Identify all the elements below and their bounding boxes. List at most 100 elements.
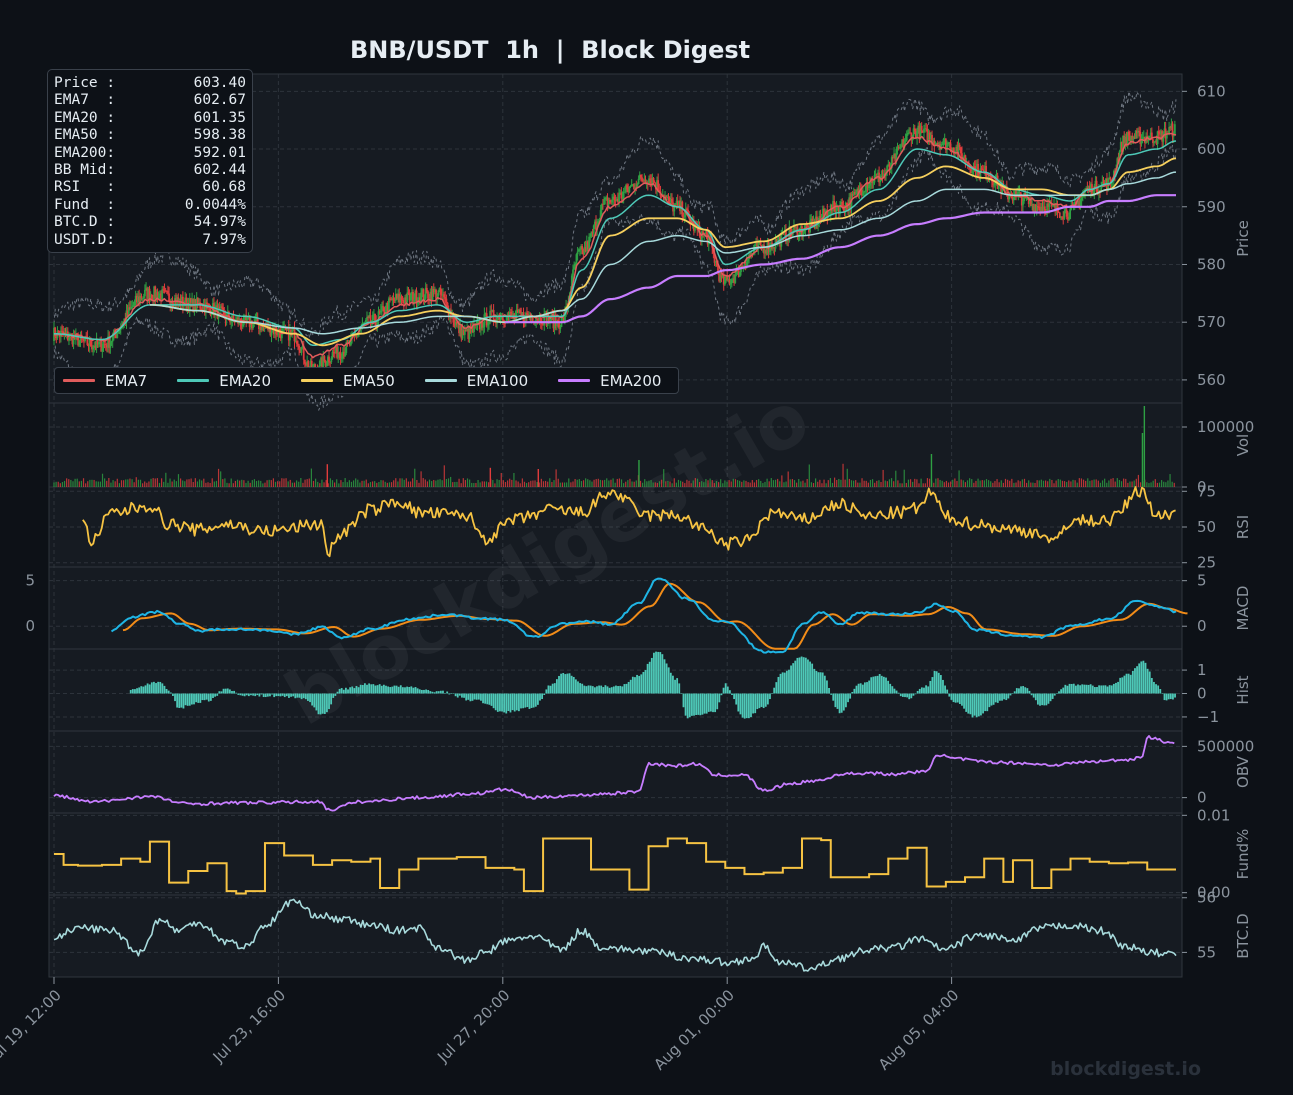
volume-bar xyxy=(530,480,532,487)
volume-bar xyxy=(57,481,59,487)
hist-bar xyxy=(330,693,333,705)
volume-bar xyxy=(935,478,937,487)
volume-bar xyxy=(587,479,589,487)
volume-bar xyxy=(300,478,302,487)
candle-body xyxy=(1048,203,1051,207)
hist-bar xyxy=(1169,693,1172,700)
volume-bar xyxy=(950,481,952,487)
hist-bar xyxy=(332,693,335,698)
volume-bar xyxy=(1063,481,1066,487)
hist-bar xyxy=(1136,666,1138,694)
hist-bar xyxy=(534,693,537,707)
info-label: USDT.D: xyxy=(54,231,116,248)
candle-body xyxy=(298,345,301,349)
candle-body xyxy=(331,352,334,359)
volume-bar xyxy=(97,481,99,487)
hist-bar xyxy=(777,676,780,694)
volume-bar xyxy=(268,479,270,487)
volume-bar xyxy=(534,480,536,487)
hist-bar xyxy=(165,688,168,694)
volume-bar xyxy=(977,478,979,487)
legend-label: EMA100 xyxy=(466,371,529,390)
legend-label: EMA200 xyxy=(600,371,662,390)
volume-bar xyxy=(361,480,363,487)
hist-bar xyxy=(214,693,217,697)
candle-body xyxy=(683,215,686,217)
volume-bar xyxy=(623,483,625,487)
volume-bar xyxy=(388,482,391,487)
y-axis-label: RSI xyxy=(1234,515,1252,539)
volume-bar xyxy=(129,478,131,487)
volume-bar xyxy=(211,478,213,487)
volume-bar xyxy=(774,479,777,487)
hist-bar xyxy=(361,685,364,694)
volume-bar xyxy=(403,479,405,487)
volume-bar xyxy=(1049,478,1051,487)
volume-bar xyxy=(407,481,410,487)
hist-bar xyxy=(494,693,497,711)
hist-bar xyxy=(1098,685,1100,694)
candle-body xyxy=(872,182,875,184)
hist-bar xyxy=(655,651,657,694)
hist-bar xyxy=(731,693,733,696)
hist-bar xyxy=(716,693,719,710)
candle-body xyxy=(371,314,374,323)
hist-bar xyxy=(406,686,408,694)
volume-bar xyxy=(224,478,226,487)
volume-spike xyxy=(638,460,640,487)
volume-bar xyxy=(798,479,800,487)
hist-bar xyxy=(433,692,436,694)
volume-bar xyxy=(688,480,690,487)
volume-bar xyxy=(266,480,268,487)
hist-bar xyxy=(296,693,299,698)
candle-body xyxy=(768,249,771,252)
hist-bar xyxy=(562,672,565,694)
volume-bar xyxy=(397,481,399,487)
ema-legend: EMA7 EMA20 EMA50 EMA100 EMA200 xyxy=(54,367,679,394)
volume-bar xyxy=(800,481,802,487)
info-value: 603.40 xyxy=(193,75,246,91)
volume-bar xyxy=(1104,478,1106,487)
volume-bar xyxy=(895,470,897,487)
hist-bar xyxy=(285,693,288,697)
candle-body xyxy=(409,295,412,301)
volume-bar xyxy=(922,483,924,487)
volume-bar xyxy=(169,478,171,487)
volume-bar xyxy=(1070,481,1072,487)
volume-bar xyxy=(612,478,614,487)
volume-bar xyxy=(557,478,559,487)
volume-bar xyxy=(376,482,378,487)
candle-body xyxy=(445,298,448,303)
info-label: BB Mid: xyxy=(54,162,116,179)
volume-bar xyxy=(506,480,509,487)
volume-bar xyxy=(956,480,958,487)
hist-bar xyxy=(958,693,961,704)
hist-bar xyxy=(629,679,632,694)
volume-bar xyxy=(477,480,479,487)
volume-bar xyxy=(310,468,312,487)
volume-bar xyxy=(1009,480,1011,487)
hist-bar xyxy=(891,686,894,694)
volume-bar xyxy=(409,481,412,487)
volume-bar xyxy=(1021,479,1023,487)
info-box: Price :603.40 EMA7 :602.67 EMA20 :601.35 EM… xyxy=(47,69,253,253)
hist-bar xyxy=(752,693,754,714)
candle-body xyxy=(210,314,213,316)
info-value: 602.44 xyxy=(193,162,246,179)
volume-bar xyxy=(142,483,144,487)
hist-bar xyxy=(684,693,687,716)
volume-bar xyxy=(648,480,650,487)
volume-bar xyxy=(302,482,304,487)
candle-body xyxy=(406,292,409,303)
hist-bar xyxy=(1112,683,1115,694)
volume-bar xyxy=(374,481,376,487)
y-axis-label: Hist xyxy=(1234,675,1252,704)
candle-body xyxy=(1173,124,1176,135)
volume-bar xyxy=(555,469,557,487)
volume-bar xyxy=(137,479,139,487)
hist-bar xyxy=(482,693,484,704)
hist-bar xyxy=(307,693,309,701)
volume-bar xyxy=(323,482,325,487)
volume-bar xyxy=(1080,478,1083,487)
hist-bar xyxy=(326,693,328,713)
